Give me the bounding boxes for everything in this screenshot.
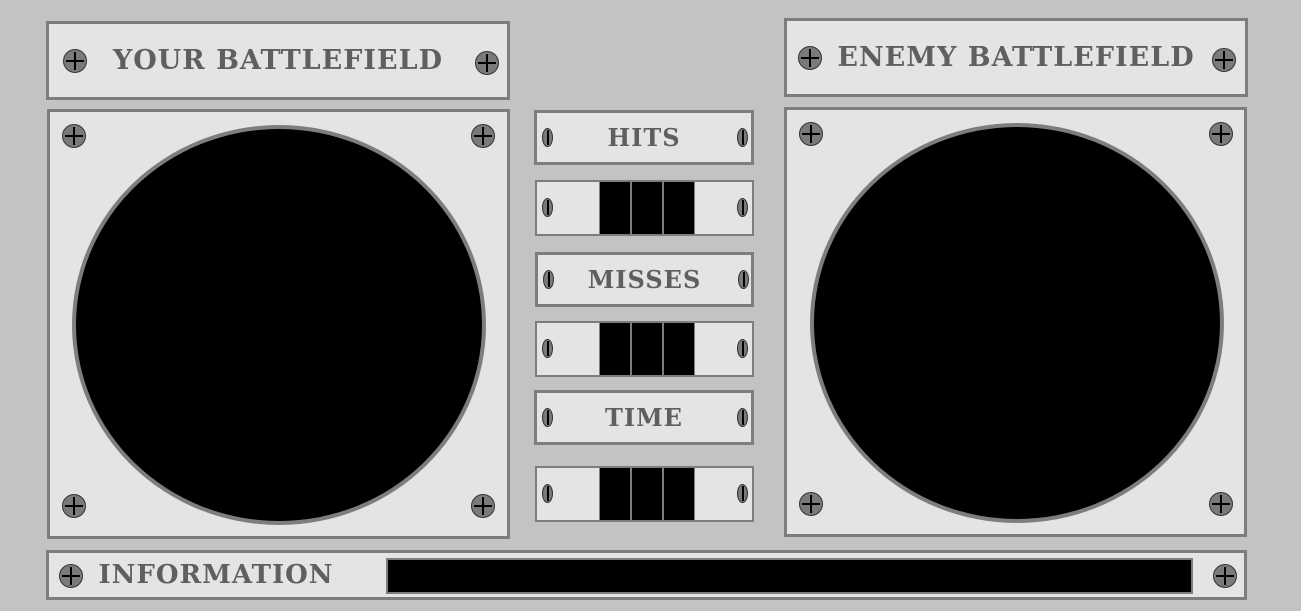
screw-icon bbox=[62, 494, 86, 518]
misses-label: MISSES bbox=[587, 265, 702, 294]
hits-counter bbox=[599, 182, 695, 234]
hits-counter-panel bbox=[535, 180, 754, 236]
screw-icon bbox=[737, 408, 748, 427]
screw-icon bbox=[737, 128, 748, 147]
screw-icon bbox=[1212, 48, 1236, 72]
enemy-battlefield-radar[interactable] bbox=[810, 123, 1224, 523]
your-battlefield-title: YOUR BATTLEFIELD bbox=[112, 45, 444, 76]
hits-label: HITS bbox=[607, 123, 681, 152]
enemy-battlefield-panel bbox=[784, 107, 1247, 537]
time-digit bbox=[663, 468, 695, 520]
hits-digit bbox=[663, 182, 695, 234]
screw-icon bbox=[738, 270, 749, 289]
time-digit bbox=[631, 468, 663, 520]
misses-digit bbox=[663, 323, 695, 375]
misses-counter-panel bbox=[535, 321, 754, 377]
time-counter bbox=[599, 468, 695, 520]
your-battlefield-panel bbox=[47, 109, 510, 539]
screw-icon bbox=[471, 494, 495, 518]
screw-icon bbox=[542, 339, 553, 358]
time-digit bbox=[599, 468, 631, 520]
information-display bbox=[386, 558, 1193, 594]
screw-icon bbox=[799, 492, 823, 516]
screw-icon bbox=[799, 122, 823, 146]
screw-icon bbox=[62, 124, 86, 148]
time-label-panel: TIME bbox=[534, 390, 754, 445]
misses-label-panel: MISSES bbox=[535, 252, 754, 307]
screw-icon bbox=[542, 198, 553, 217]
information-panel: INFORMATION bbox=[46, 550, 1247, 600]
time-label: TIME bbox=[605, 403, 683, 432]
screw-icon bbox=[737, 484, 748, 503]
enemy-battlefield-title-panel: ENEMY BATTLEFIELD bbox=[784, 18, 1248, 97]
screw-icon bbox=[1209, 122, 1233, 146]
screw-icon bbox=[1209, 492, 1233, 516]
misses-digit bbox=[631, 323, 663, 375]
screw-icon bbox=[737, 339, 748, 358]
hits-label-panel: HITS bbox=[534, 110, 754, 165]
your-battlefield-title-panel: YOUR BATTLEFIELD bbox=[46, 21, 510, 100]
screw-icon bbox=[542, 484, 553, 503]
hits-digit bbox=[631, 182, 663, 234]
misses-counter bbox=[599, 323, 695, 375]
hits-digit bbox=[599, 182, 631, 234]
screw-icon bbox=[471, 124, 495, 148]
screw-icon bbox=[1213, 564, 1237, 588]
screw-icon bbox=[475, 51, 499, 75]
misses-digit bbox=[599, 323, 631, 375]
time-counter-panel bbox=[535, 466, 754, 522]
enemy-battlefield-title: ENEMY BATTLEFIELD bbox=[837, 42, 1195, 73]
your-battlefield-radar[interactable] bbox=[72, 125, 486, 525]
screw-icon bbox=[737, 198, 748, 217]
information-label: INFORMATION bbox=[98, 560, 334, 590]
